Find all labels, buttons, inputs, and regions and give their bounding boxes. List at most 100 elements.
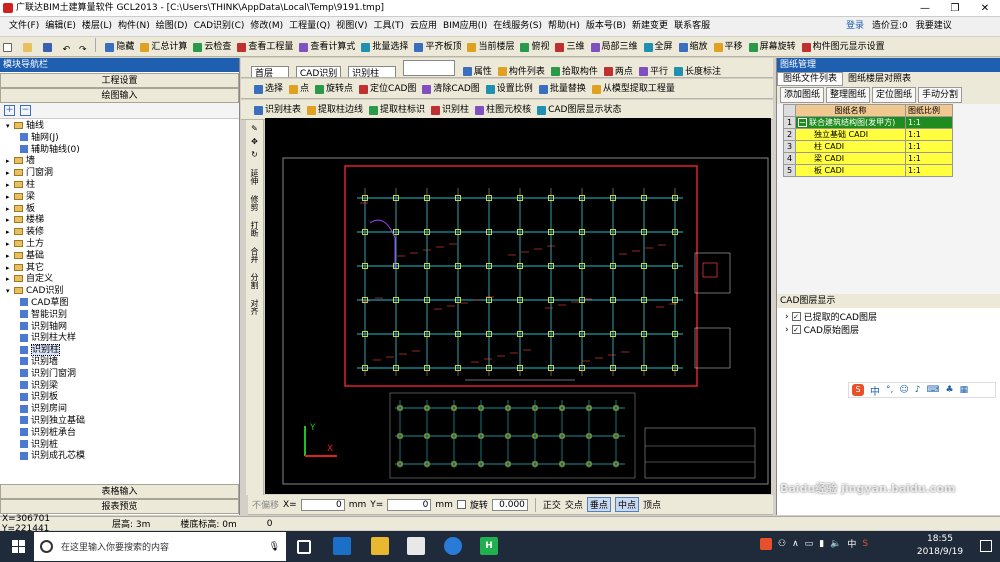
tray-expand-icon[interactable]: ∧ <box>792 539 799 549</box>
toolbar-button[interactable]: 构件图元显示设置 <box>799 37 888 56</box>
toolbar-button[interactable]: 定位CAD图 <box>356 79 419 98</box>
toolbar-button[interactable]: CAD图层显示状态 <box>534 100 624 119</box>
vtool-button[interactable]: 延伸 <box>249 169 260 185</box>
rotate-checkbox[interactable] <box>456 500 466 509</box>
grid-icon[interactable]: ▦ <box>960 385 969 395</box>
cad-canvas[interactable]: Y X <box>265 118 771 494</box>
toolbar-button[interactable]: 汇总计算 <box>137 37 190 56</box>
drawing-name[interactable]: 梁 CADI <box>795 152 906 165</box>
project-settings-button[interactable]: 工程设置 <box>0 73 239 88</box>
tree-expand-icon[interactable]: ▸ <box>6 204 14 216</box>
toolbar-button[interactable]: 隐藏 <box>102 37 137 56</box>
redo-icon[interactable]: ↷ <box>76 40 90 57</box>
drawing-row[interactable]: 3 柱 CADI 1:1 <box>783 140 953 153</box>
tree-item[interactable]: 识别桩 <box>6 440 239 452</box>
floor-select[interactable]: 首层 <box>251 66 289 77</box>
undo-icon[interactable]: ↶ <box>60 40 74 57</box>
toolbar-button[interactable]: 构件列表 <box>495 62 548 78</box>
drawing-scale[interactable]: 1:1 <box>905 128 953 141</box>
drawing-scale[interactable]: 1:1 <box>905 152 953 165</box>
tree-expand-icon[interactable]: ▸ <box>6 274 14 286</box>
tree-expand-icon[interactable]: ▸ <box>6 215 14 227</box>
toolbar-button[interactable]: 设置比例 <box>483 79 536 98</box>
vtool-button[interactable]: 修剪 <box>249 195 260 211</box>
minimize-icon[interactable]: — <box>910 0 940 17</box>
menu-item[interactable]: CAD识别(C) <box>191 17 248 36</box>
toolbar-button[interactable]: 查看工程量 <box>234 37 296 56</box>
toolbar-button[interactable]: 平行 <box>636 62 671 78</box>
toolbar-button[interactable]: 三维 <box>552 37 587 56</box>
toolbar-button[interactable]: 属性 <box>460 62 495 78</box>
arrange-drawing-button[interactable]: 整理图纸 <box>826 87 871 103</box>
toolbar-button[interactable]: 清除CAD图 <box>419 79 482 98</box>
collapse-all-icon[interactable]: − <box>20 105 31 116</box>
menu-item[interactable]: 版本号(B) <box>583 17 629 36</box>
menu-item[interactable]: 云应用 <box>407 17 440 36</box>
explorer-icon[interactable] <box>371 537 389 555</box>
tree-item[interactable]: 识别门窗洞 <box>6 369 239 381</box>
vertex-button[interactable]: 顶点 <box>643 498 661 511</box>
tree-item[interactable]: 轴网(J) <box>6 133 239 145</box>
tree-item[interactable]: ▸ 其它 <box>6 263 239 275</box>
mail-icon[interactable] <box>407 537 425 555</box>
drawing-scale[interactable]: 1:1 <box>905 116 953 129</box>
report-preview-button[interactable]: 报表预览 <box>0 499 239 514</box>
ortho-button[interactable]: 正交 <box>543 498 561 511</box>
mic-search-icon[interactable]: 🎙 <box>269 542 280 552</box>
add-drawing-button[interactable]: 添加图纸 <box>780 87 825 103</box>
toolbar-button[interactable]: 提取柱边线 <box>304 100 366 119</box>
glodon-app-icon[interactable]: H <box>480 537 498 555</box>
x-input[interactable]: 0 <box>300 498 345 511</box>
vtool-button[interactable]: 合并 <box>249 247 260 263</box>
menu-item[interactable]: 在线服务(S) <box>490 17 545 36</box>
mic-icon[interactable]: ♪ <box>915 385 921 395</box>
notification-icon[interactable] <box>980 540 992 552</box>
tree-expand-icon[interactable]: ▸ <box>6 192 14 204</box>
locate-drawing-button[interactable]: 定位图纸 <box>872 87 917 103</box>
tree-item[interactable]: ▸ 板 <box>6 204 239 216</box>
blank-select[interactable] <box>403 60 455 76</box>
tree-expand-icon[interactable]: ▸ <box>6 239 14 251</box>
vtool-button[interactable]: 分割 <box>249 273 260 289</box>
keyboard-icon[interactable]: ⌨ <box>927 385 940 395</box>
tree-item[interactable]: 识别房间 <box>6 404 239 416</box>
toolbar-button[interactable]: 俯视 <box>517 37 552 56</box>
mid-button[interactable]: 中点 <box>614 497 639 512</box>
drawing-name[interactable]: − 联合建筑结构图(发甲方) <box>795 116 906 129</box>
sogou-tray-icon[interactable] <box>760 537 772 550</box>
toolbar-button[interactable]: 平齐板顶 <box>411 37 464 56</box>
layer-checkbox[interactable]: ✓ <box>791 312 801 321</box>
toolbar-button[interactable]: 局部三维 <box>588 37 641 56</box>
network-icon[interactable]: ▭ <box>805 539 814 549</box>
restore-icon[interactable]: ❐ <box>940 0 970 17</box>
tree-expand-icon[interactable]: ▾ <box>6 121 14 133</box>
tree-item[interactable]: ▸ 基础 <box>6 251 239 263</box>
menu-item[interactable]: 文件(F) <box>6 17 42 36</box>
menu-item[interactable]: 工具(T) <box>370 17 407 36</box>
tree-item[interactable]: 识别墙 <box>6 357 239 369</box>
layer-checkbox[interactable]: ✓ <box>791 325 801 334</box>
drawing-name[interactable]: 独立基础 CADI <box>795 128 906 141</box>
tree-item[interactable]: ▸ 土方 <box>6 239 239 251</box>
task-view-icon[interactable] <box>297 540 311 554</box>
tree-expand-icon[interactable]: ▸ <box>6 227 14 239</box>
toolbar-button[interactable]: 当前楼层 <box>464 37 517 56</box>
collapse-icon[interactable]: − <box>798 118 807 127</box>
tree-item[interactable]: 识别梁 <box>6 381 239 393</box>
tree-item[interactable]: 识别成孔芯模 <box>6 451 239 463</box>
tab-drawing-files[interactable]: 图纸文件列表 <box>777 72 844 86</box>
cad-drawing[interactable]: Y X <box>265 118 771 494</box>
y-input[interactable]: 0 <box>387 498 432 511</box>
toolbar-button[interactable]: 批量替换 <box>536 79 589 98</box>
drawing-row[interactable]: 5 板 CADI 1:1 <box>783 164 953 177</box>
toolbar-button[interactable]: 全屏 <box>641 37 676 56</box>
toolbar-button[interactable]: 长度标注 <box>671 62 724 78</box>
tree-item[interactable]: ▸ 梁 <box>6 192 239 204</box>
tree-item[interactable]: 辅助轴线(0) <box>6 145 239 157</box>
suggest-button[interactable]: 我要建议 <box>912 17 956 36</box>
tree-item[interactable]: 识别独立基础 <box>6 416 239 428</box>
tree-item[interactable]: 识别柱 <box>6 344 239 357</box>
punct-icon[interactable]: °, <box>886 385 893 395</box>
perp-button[interactable]: 垂点 <box>586 497 611 512</box>
skin-icon[interactable]: ♣ <box>946 385 954 395</box>
